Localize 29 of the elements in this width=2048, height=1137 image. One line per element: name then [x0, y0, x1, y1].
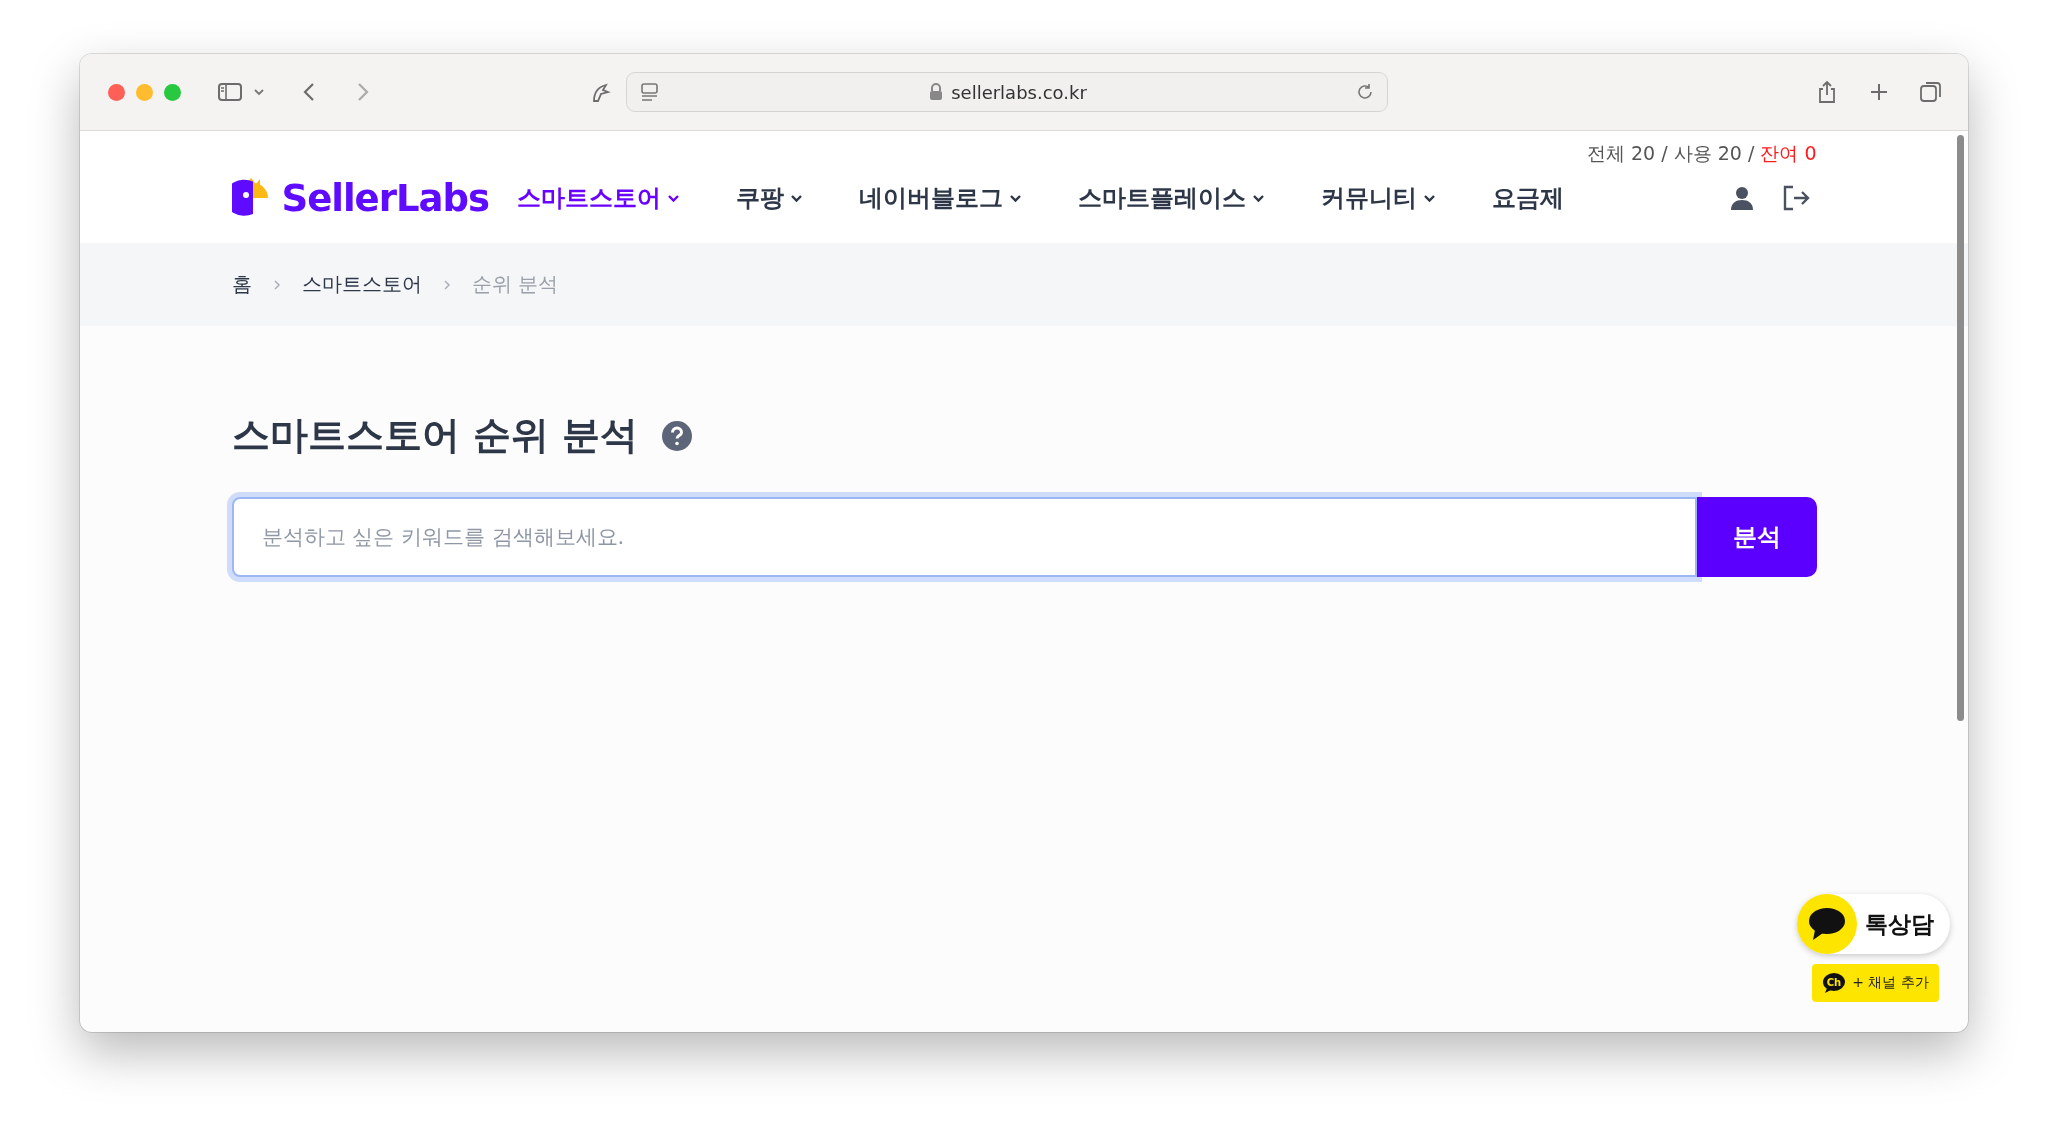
nav-menu-item[interactable]: 쿠팡	[736, 182, 803, 214]
scrollbar[interactable]	[1957, 135, 1964, 721]
analyze-button[interactable]: 분석	[1696, 497, 1817, 577]
nav-menu-item[interactable]: 네이버블로그	[859, 182, 1022, 214]
breadcrumb-link[interactable]: 스마트스토어	[301, 271, 422, 298]
reload-icon[interactable]	[1355, 82, 1375, 102]
chevron-right-icon	[271, 277, 282, 292]
help-icon[interactable]	[661, 420, 692, 451]
user-icon[interactable]	[1728, 185, 1755, 211]
tabs-icon[interactable]	[1918, 79, 1944, 105]
chevron-right-icon	[441, 277, 452, 292]
nav-menu-item[interactable]: 커뮤니티	[1321, 182, 1436, 214]
keyword-search-field[interactable]: 분석하고 싶은 키워드를 검색해보세요.	[231, 497, 1697, 577]
nav-menu-item[interactable]: 요금제	[1492, 182, 1564, 214]
page-title: 스마트스토어 순위 분석	[231, 412, 638, 459]
nav-menu-item[interactable]: 스마트스토어	[517, 182, 680, 214]
remaining-count: 잔여 0	[1760, 141, 1817, 165]
breadcrumb-link[interactable]: 홈	[231, 271, 252, 298]
url-text: sellerlabs.co.kr	[951, 81, 1087, 103]
address-bar[interactable]: sellerlabs.co.kr	[626, 72, 1388, 112]
usage-count: 전체 20 / 사용 20 /	[1586, 141, 1756, 165]
add-channel-button[interactable]: Ch + 채널 추가	[1812, 964, 1939, 1002]
speech-bubble-icon	[1807, 906, 1847, 942]
close-button[interactable]	[108, 83, 125, 101]
logo-text[interactable]: SellerLabs	[281, 176, 489, 220]
nav-menu-item[interactable]: 스마트플레이스	[1078, 182, 1265, 214]
lock-icon	[929, 83, 944, 101]
kakao-chat-button[interactable]: 톡상담	[1797, 894, 1950, 954]
page-menu-icon[interactable]	[639, 81, 661, 103]
